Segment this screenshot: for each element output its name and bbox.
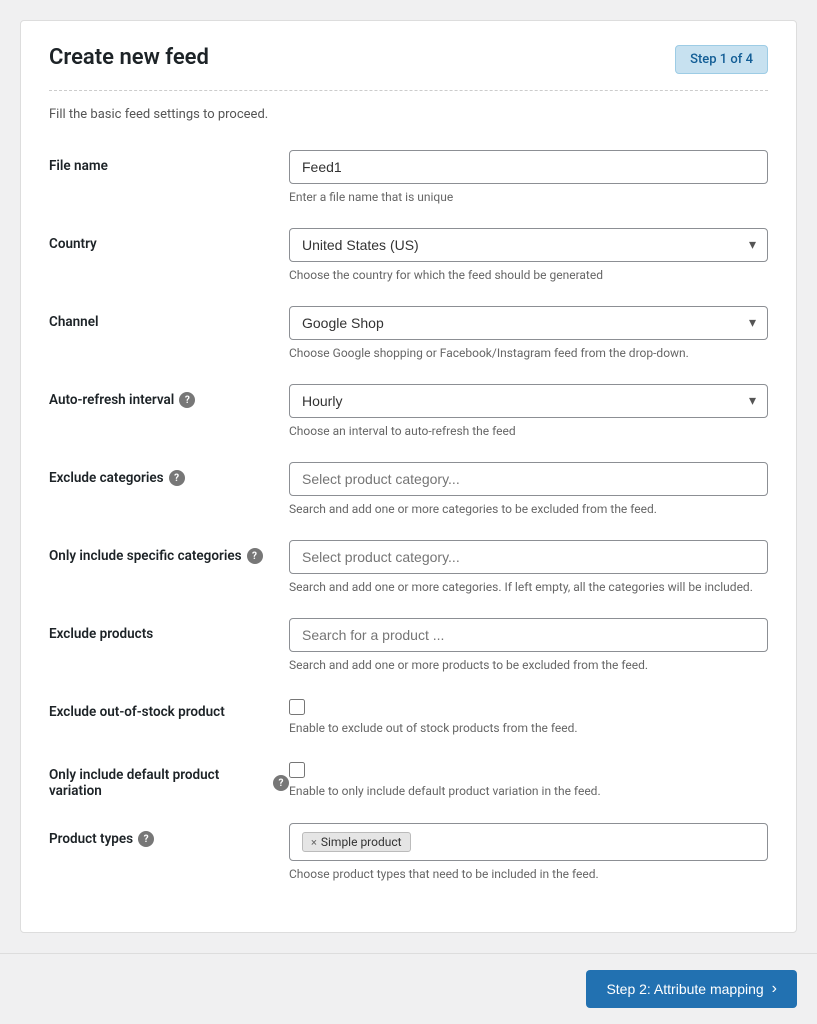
footer-bar: Step 2: Attribute mapping ›: [0, 953, 817, 1024]
include-specific-categories-label: Only include specific categories ?: [49, 540, 289, 564]
auto-refresh-row: Auto-refresh interval ? Hourly Daily Wee…: [49, 384, 768, 438]
channel-hint: Choose Google shopping or Facebook/Insta…: [289, 346, 768, 360]
exclude-categories-input[interactable]: [289, 462, 768, 496]
country-row: Country United States (US) United Kingdo…: [49, 228, 768, 282]
next-step-label: Step 2: Attribute mapping: [606, 981, 763, 997]
country-field: United States (US) United Kingdom (UK) C…: [289, 228, 768, 282]
channel-field: Google Shop Facebook/Instagram Choose Go…: [289, 306, 768, 360]
include-specific-categories-field: Search and add one or more categories. I…: [289, 540, 768, 594]
page-title: Create new feed: [49, 45, 209, 70]
exclude-categories-help-icon[interactable]: ?: [169, 470, 185, 486]
product-tag-simple: × Simple product: [302, 832, 411, 852]
auto-refresh-help-icon[interactable]: ?: [179, 392, 195, 408]
file-name-input[interactable]: [289, 150, 768, 184]
include-specific-categories-hint: Search and add one or more categories. I…: [289, 580, 768, 594]
exclude-out-of-stock-hint: Enable to exclude out of stock products …: [289, 721, 768, 735]
product-tag-remove-icon[interactable]: ×: [311, 836, 317, 849]
channel-select[interactable]: Google Shop Facebook/Instagram: [289, 306, 768, 340]
product-types-help-icon[interactable]: ?: [138, 831, 154, 847]
include-default-variation-row: Only include default product variation ?…: [49, 759, 768, 799]
include-default-variation-field: Enable to only include default product v…: [289, 759, 768, 798]
product-types-row: Product types ? × Simple product Choose …: [49, 823, 768, 881]
exclude-products-field: Search and add one or more products to b…: [289, 618, 768, 672]
auto-refresh-select-wrapper: Hourly Daily Weekly: [289, 384, 768, 418]
exclude-categories-hint: Search and add one or more categories to…: [289, 502, 768, 516]
auto-refresh-label: Auto-refresh interval ?: [49, 384, 289, 408]
exclude-out-of-stock-row: Exclude out-of-stock product Enable to e…: [49, 696, 768, 735]
step-badge: Step 1 of 4: [675, 45, 768, 74]
include-default-variation-checkbox[interactable]: [289, 762, 305, 778]
channel-select-wrapper: Google Shop Facebook/Instagram: [289, 306, 768, 340]
file-name-row: File name Enter a file name that is uniq…: [49, 150, 768, 204]
form-subtitle: Fill the basic feed settings to proceed.: [49, 107, 768, 122]
product-types-label: Product types ?: [49, 823, 289, 847]
country-hint: Choose the country for which the feed sh…: [289, 268, 768, 282]
exclude-out-of-stock-field: Enable to exclude out of stock products …: [289, 696, 768, 735]
page-header: Create new feed Step 1 of 4: [49, 45, 768, 91]
channel-row: Channel Google Shop Facebook/Instagram C…: [49, 306, 768, 360]
exclude-categories-row: Exclude categories ? Search and add one …: [49, 462, 768, 516]
channel-label: Channel: [49, 306, 289, 330]
product-types-input-wrapper[interactable]: × Simple product: [289, 823, 768, 861]
include-specific-categories-row: Only include specific categories ? Searc…: [49, 540, 768, 594]
country-label: Country: [49, 228, 289, 252]
include-specific-categories-input[interactable]: [289, 540, 768, 574]
exclude-products-input[interactable]: [289, 618, 768, 652]
exclude-products-row: Exclude products Search and add one or m…: [49, 618, 768, 672]
exclude-categories-label: Exclude categories ?: [49, 462, 289, 486]
main-content: Create new feed Step 1 of 4 Fill the bas…: [20, 20, 797, 933]
auto-refresh-field: Hourly Daily Weekly Choose an interval t…: [289, 384, 768, 438]
file-name-hint: Enter a file name that is unique: [289, 190, 768, 204]
include-specific-categories-help-icon[interactable]: ?: [247, 548, 263, 564]
country-select[interactable]: United States (US) United Kingdom (UK) C…: [289, 228, 768, 262]
file-name-label: File name: [49, 150, 289, 174]
exclude-out-of-stock-label: Exclude out-of-stock product: [49, 696, 289, 720]
exclude-products-hint: Search and add one or more products to b…: [289, 658, 768, 672]
product-types-field: × Simple product Choose product types th…: [289, 823, 768, 881]
next-step-arrow-icon: ›: [772, 980, 777, 998]
exclude-products-label: Exclude products: [49, 618, 289, 642]
country-select-wrapper: United States (US) United Kingdom (UK) C…: [289, 228, 768, 262]
exclude-out-of-stock-checkbox[interactable]: [289, 699, 305, 715]
auto-refresh-select[interactable]: Hourly Daily Weekly: [289, 384, 768, 418]
page-wrapper: Create new feed Step 1 of 4 Fill the bas…: [0, 0, 817, 1024]
exclude-out-of-stock-checkbox-wrapper: [289, 696, 768, 715]
file-name-field: Enter a file name that is unique: [289, 150, 768, 204]
include-default-variation-hint: Enable to only include default product v…: [289, 784, 768, 798]
exclude-categories-field: Search and add one or more categories to…: [289, 462, 768, 516]
auto-refresh-hint: Choose an interval to auto-refresh the f…: [289, 424, 768, 438]
include-default-variation-checkbox-wrapper: [289, 759, 768, 778]
next-step-button[interactable]: Step 2: Attribute mapping ›: [586, 970, 797, 1008]
include-default-variation-help-icon[interactable]: ?: [273, 775, 289, 791]
include-default-variation-label: Only include default product variation ?: [49, 759, 289, 799]
product-types-hint: Choose product types that need to be inc…: [289, 867, 768, 881]
product-tag-label: Simple product: [321, 835, 402, 849]
